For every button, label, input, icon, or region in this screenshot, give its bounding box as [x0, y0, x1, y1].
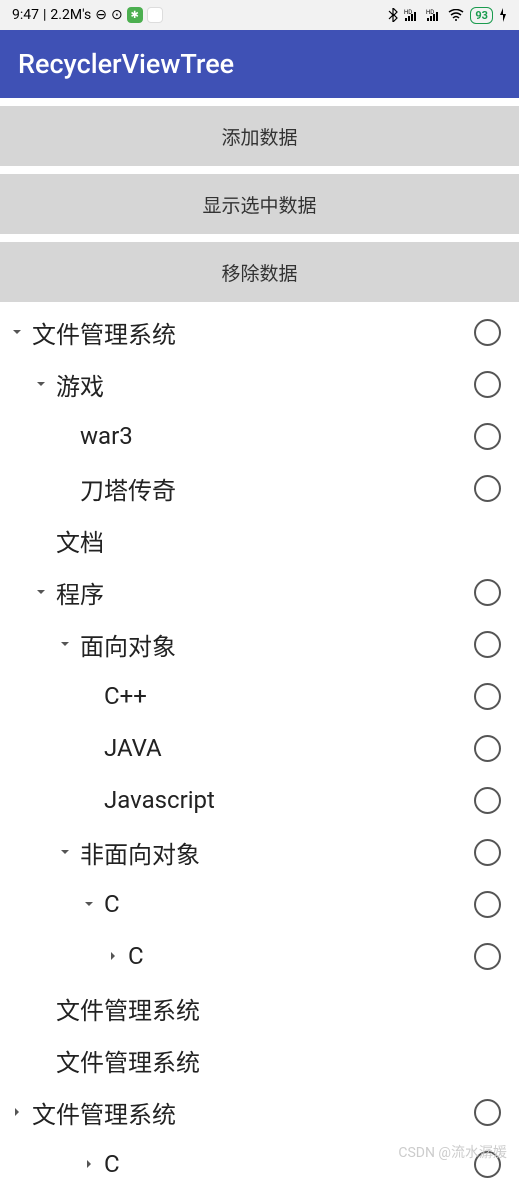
- chevron-down-icon[interactable]: [78, 898, 100, 910]
- tree-label: war3: [76, 422, 474, 450]
- signal-1-icon: HD: [404, 8, 420, 22]
- bluetooth-icon: [388, 8, 398, 22]
- radio-button[interactable]: [474, 683, 501, 710]
- wifi-icon: [448, 9, 464, 21]
- chevron-down-icon[interactable]: [54, 638, 76, 650]
- tree-row[interactable]: 程序: [0, 566, 519, 618]
- tree-row[interactable]: 文件管理系统: [0, 1034, 519, 1086]
- radio-button[interactable]: [474, 787, 501, 814]
- watermark: CSDN @流水潺媛: [398, 1142, 507, 1162]
- clock-icon: ⊙: [111, 7, 123, 23]
- chevron-down-icon[interactable]: [54, 846, 76, 858]
- tree-row[interactable]: Javascript: [0, 774, 519, 826]
- tree-label: C: [100, 890, 474, 918]
- tree-label: 面向对象: [76, 627, 474, 662]
- status-speed: 2.2M's: [50, 7, 91, 23]
- battery-icon: 93: [470, 7, 493, 24]
- tree-label: 文件管理系统: [28, 315, 474, 350]
- chevron-right-icon[interactable]: [78, 1158, 100, 1170]
- radio-button[interactable]: [474, 735, 501, 762]
- chevron-down-icon[interactable]: [30, 378, 52, 390]
- tree-label: C: [124, 942, 474, 970]
- chevron-down-icon[interactable]: [6, 326, 28, 338]
- radio-button[interactable]: [474, 839, 501, 866]
- status-right: HD HD 93: [388, 7, 507, 24]
- charging-icon: [499, 8, 507, 22]
- card-icon: [147, 7, 163, 23]
- tree-label: JAVA: [100, 734, 474, 762]
- tree-label: C++: [100, 682, 474, 710]
- radio-button[interactable]: [474, 371, 501, 398]
- status-left: 9:47 | 2.2M's ⊖ ⊙ ✱: [12, 7, 163, 23]
- tree-row[interactable]: 刀塔传奇: [0, 462, 519, 514]
- app-title: RecyclerViewTree: [18, 48, 234, 80]
- tree-list[interactable]: 文件管理系统游戏war3刀塔传奇文档程序面向对象C++JAVAJavascrip…: [0, 306, 519, 1190]
- battery-level: 93: [475, 9, 488, 22]
- tree-row[interactable]: C++: [0, 670, 519, 722]
- show-selected-button[interactable]: 显示选中数据: [0, 174, 519, 234]
- tree-row[interactable]: 游戏: [0, 358, 519, 410]
- tree-row[interactable]: 非面向对象: [0, 826, 519, 878]
- app-icon: ✱: [127, 7, 143, 23]
- tree-label: 非面向对象: [76, 835, 474, 870]
- signal-2-icon: HD: [426, 8, 442, 22]
- app-bar: RecyclerViewTree: [0, 30, 519, 98]
- status-bar: 9:47 | 2.2M's ⊖ ⊙ ✱ HD HD 93: [0, 0, 519, 30]
- remove-data-button[interactable]: 移除数据: [0, 242, 519, 302]
- status-time: 9:47: [12, 7, 39, 23]
- chevron-right-icon[interactable]: [102, 950, 124, 962]
- radio-button[interactable]: [474, 631, 501, 658]
- radio-button[interactable]: [474, 891, 501, 918]
- sync-icon: ⊖: [95, 7, 107, 23]
- tree-label: 文件管理系统: [52, 991, 501, 1026]
- tree-row[interactable]: war3: [0, 410, 519, 462]
- radio-button[interactable]: [474, 579, 501, 606]
- radio-button[interactable]: [474, 319, 501, 346]
- tree-row[interactable]: 文件管理系统: [0, 982, 519, 1034]
- tree-row[interactable]: 文件管理系统: [0, 1086, 519, 1138]
- add-data-button[interactable]: 添加数据: [0, 106, 519, 166]
- tree-row[interactable]: C: [0, 930, 519, 982]
- tree-label: 程序: [52, 575, 474, 610]
- radio-button[interactable]: [474, 943, 501, 970]
- tree-row[interactable]: 面向对象: [0, 618, 519, 670]
- tree-row[interactable]: JAVA: [0, 722, 519, 774]
- tree-label: 文件管理系统: [52, 1043, 501, 1078]
- tree-label: 文件管理系统: [28, 1095, 474, 1130]
- radio-button[interactable]: [474, 1099, 501, 1126]
- tree-row[interactable]: C: [0, 878, 519, 930]
- tree-label: 刀塔传奇: [76, 471, 474, 506]
- tree-label: Javascript: [100, 786, 474, 814]
- tree-row[interactable]: 文档: [0, 514, 519, 566]
- radio-button[interactable]: [474, 475, 501, 502]
- tree-label: 文档: [52, 523, 501, 558]
- tree-label: 游戏: [52, 367, 474, 402]
- status-separator: |: [43, 7, 46, 23]
- chevron-right-icon[interactable]: [6, 1106, 28, 1118]
- chevron-down-icon[interactable]: [30, 586, 52, 598]
- radio-button[interactable]: [474, 423, 501, 450]
- tree-row[interactable]: 文件管理系统: [0, 306, 519, 358]
